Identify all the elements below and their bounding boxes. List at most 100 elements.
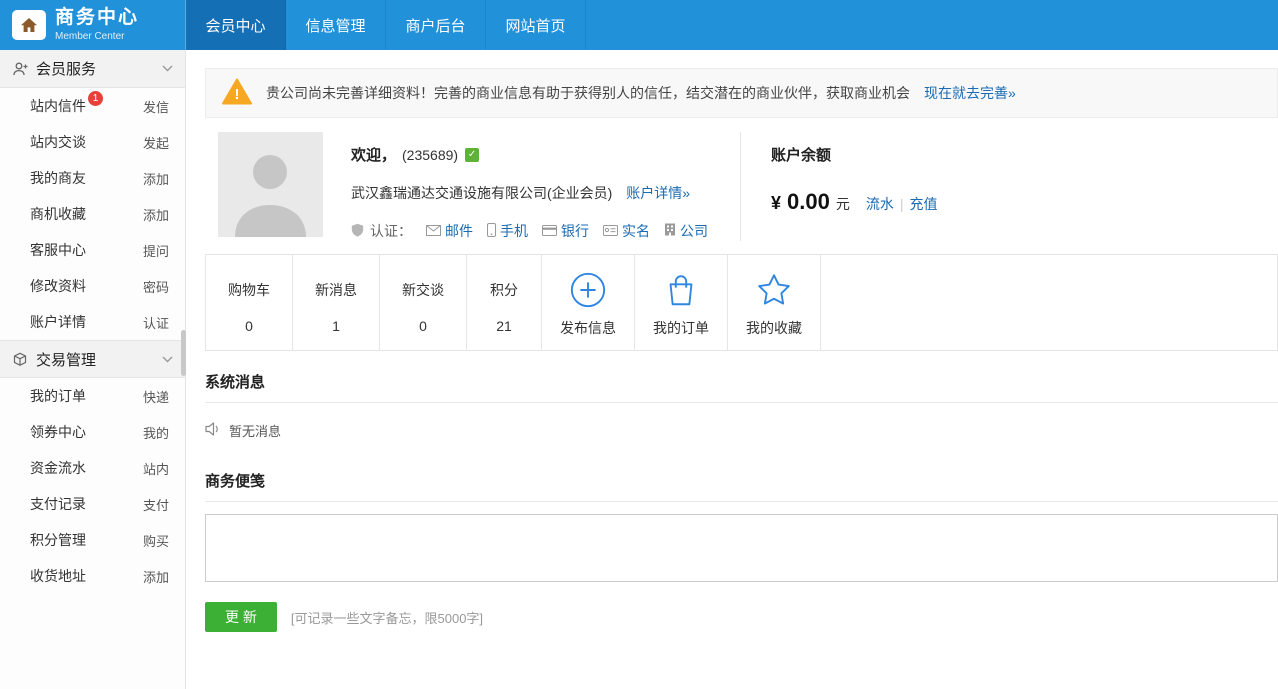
- sidebar-item-favorites[interactable]: 商机收藏 添加: [0, 196, 185, 232]
- sidebar-item-friends[interactable]: 我的商友 添加: [0, 160, 185, 196]
- memo-textarea[interactable]: [205, 514, 1278, 582]
- cert-email-link[interactable]: 邮件: [426, 221, 473, 241]
- sidebar-item-label: 我的商友: [30, 168, 86, 188]
- stat-value: 21: [496, 318, 512, 334]
- sidebar-item-funds[interactable]: 资金流水 站内: [0, 450, 185, 486]
- cert-phone-link[interactable]: 手机: [487, 221, 528, 241]
- sidebar-item-mail[interactable]: 站内信件 1 发信: [0, 88, 185, 124]
- stat-label: 积分: [490, 267, 518, 313]
- complete-profile-link[interactable]: 现在就去完善»: [924, 83, 1016, 103]
- sidebar-item-profile[interactable]: 修改资料 密码: [0, 268, 185, 304]
- stat-value: 0: [245, 318, 253, 334]
- profile-info: 欢迎， (235689) ✓ 武汉鑫瑞通达交通设施有限公司(企业会员) 账户详情…: [351, 132, 740, 241]
- sidebar-item-left: 资金流水: [30, 458, 143, 478]
- stat-cart[interactable]: 购物车 0: [206, 255, 293, 350]
- sidebar-item-coupons[interactable]: 领券中心 我的: [0, 414, 185, 450]
- balance-section: 账户余额 ¥ 0.00 元 流水 | 充值: [740, 132, 1278, 241]
- balance-amount: 0.00: [787, 189, 830, 215]
- cert-bank-link[interactable]: 银行: [542, 221, 589, 241]
- sidebar-scrollbar[interactable]: [181, 330, 186, 376]
- recharge-link[interactable]: 充值: [909, 194, 937, 214]
- sidebar-item-action[interactable]: 添加: [143, 205, 169, 224]
- sidebar-item-left: 我的订单: [30, 386, 143, 406]
- memo-title: 商务便笺: [205, 470, 1278, 502]
- sidebar-section-member-services[interactable]: 会员服务: [0, 50, 185, 88]
- stat-new-chats[interactable]: 新交谈 0: [380, 255, 467, 350]
- main-content: ! 贵公司尚未完善详细资料！完善的商业信息有助于获得别人的信任，结交潜在的商业伙…: [186, 50, 1278, 689]
- cert-text: 手机: [500, 221, 528, 241]
- update-button[interactable]: 更 新: [205, 602, 277, 632]
- sidebar-item-action[interactable]: 快递: [143, 387, 169, 406]
- unread-badge: 1: [88, 91, 103, 106]
- app-logo[interactable]: 商务中心 Member Center: [0, 0, 186, 50]
- sidebar-item-support[interactable]: 客服中心 提问: [0, 232, 185, 268]
- company-name: 武汉鑫瑞通达交通设施有限公司(企业会员): [351, 185, 612, 201]
- phone-icon: [487, 223, 496, 240]
- notice-banner: ! 贵公司尚未完善详细资料！完善的商业信息有助于获得别人的信任，结交潜在的商业伙…: [205, 68, 1278, 118]
- sidebar-item-action[interactable]: 发信: [143, 97, 169, 116]
- sidebar-item-account[interactable]: 账户详情 认证: [0, 304, 185, 340]
- sidebar-item-chat[interactable]: 站内交谈 发起: [0, 124, 185, 160]
- shortcut-label: 发布信息: [560, 318, 616, 338]
- sidebar-item-action[interactable]: 我的: [143, 423, 169, 442]
- sidebar-item-address[interactable]: 收货地址 添加: [0, 558, 185, 594]
- speaker-icon: [205, 422, 221, 439]
- circle-plus-icon: [569, 267, 607, 313]
- sidebar-item-action[interactable]: 认证: [143, 313, 169, 332]
- shortcut-label: 我的收藏: [746, 318, 802, 338]
- sidebar-item-action[interactable]: 发起: [143, 133, 169, 152]
- nav-tab-merchant-backend[interactable]: 商户后台: [386, 0, 486, 50]
- bank-card-icon: [542, 223, 557, 239]
- sidebar-item-action[interactable]: 密码: [143, 277, 169, 296]
- app-subtitle: Member Center: [55, 31, 139, 42]
- cert-company-link[interactable]: 公司: [664, 221, 708, 241]
- sidebar-item-action[interactable]: 添加: [143, 169, 169, 188]
- sidebar-item-orders[interactable]: 我的订单 快递: [0, 378, 185, 414]
- system-messages-title: 系统消息: [205, 371, 1278, 403]
- stat-points[interactable]: 积分 21: [467, 255, 542, 350]
- stats-filler: [821, 255, 1277, 350]
- currency-symbol: ¥: [771, 193, 781, 214]
- sidebar-item-payments[interactable]: 支付记录 支付: [0, 486, 185, 522]
- sidebar: 会员服务 站内信件 1 发信 站内交谈 发起 我的商友 添加: [0, 50, 186, 689]
- avatar[interactable]: [218, 132, 323, 237]
- shortcut-my-orders[interactable]: 我的订单: [635, 255, 728, 350]
- nav-tab-site-home[interactable]: 网站首页: [486, 0, 586, 50]
- sidebar-item-action[interactable]: 站内: [143, 459, 169, 478]
- sidebar-item-label: 领券中心: [30, 422, 86, 442]
- memo-hint: [可记录一些文字备忘，限5000字]: [291, 608, 483, 627]
- shortcut-publish-info[interactable]: 发布信息: [542, 255, 635, 350]
- sidebar-item-left: 领券中心: [30, 422, 143, 442]
- sidebar-item-action[interactable]: 支付: [143, 495, 169, 514]
- cert-text: 邮件: [445, 221, 473, 241]
- shortcut-label: 我的订单: [653, 318, 709, 338]
- notice-text: 贵公司尚未完善详细资料！完善的商业信息有助于获得别人的信任，结交潜在的商业伙伴，…: [266, 83, 910, 103]
- account-detail-link[interactable]: 账户详情»: [626, 185, 690, 201]
- shield-icon: [351, 223, 364, 240]
- sidebar-item-left: 站内信件 1: [30, 96, 143, 116]
- nav-tab-info-management[interactable]: 信息管理: [286, 0, 386, 50]
- nav-tab-member-center[interactable]: 会员中心: [186, 0, 286, 50]
- sidebar-item-action[interactable]: 提问: [143, 241, 169, 260]
- star-icon: [755, 267, 793, 313]
- cert-text: 实名: [622, 221, 650, 241]
- sidebar-item-left: 修改资料: [30, 276, 143, 296]
- sidebar-item-points[interactable]: 积分管理 购买: [0, 522, 185, 558]
- sidebar-item-action[interactable]: 购买: [143, 531, 169, 550]
- sidebar-item-left: 支付记录: [30, 494, 143, 514]
- shortcut-my-favorites[interactable]: 我的收藏: [728, 255, 821, 350]
- sidebar-item-action[interactable]: 添加: [143, 567, 169, 586]
- top-bar: 商务中心 Member Center 会员中心 信息管理 商户后台 网站首页: [0, 0, 1278, 50]
- envelope-icon: [426, 223, 441, 239]
- stat-new-messages[interactable]: 新消息 1: [293, 255, 380, 350]
- sidebar-section-trade-management[interactable]: 交易管理: [0, 340, 185, 378]
- stat-value: 1: [332, 318, 340, 334]
- flow-link[interactable]: 流水: [866, 194, 894, 214]
- stat-label: 新消息: [315, 267, 357, 313]
- app-title: 商务中心: [55, 8, 139, 29]
- profile-section: 欢迎， (235689) ✓ 武汉鑫瑞通达交通设施有限公司(企业会员) 账户详情…: [205, 132, 1278, 241]
- cert-realname-link[interactable]: 实名: [603, 221, 650, 241]
- sidebar-item-label: 收货地址: [30, 566, 86, 586]
- chevron-down-icon: [162, 356, 173, 363]
- cert-line: 认证： 邮件 手机 银行 实名: [351, 221, 740, 241]
